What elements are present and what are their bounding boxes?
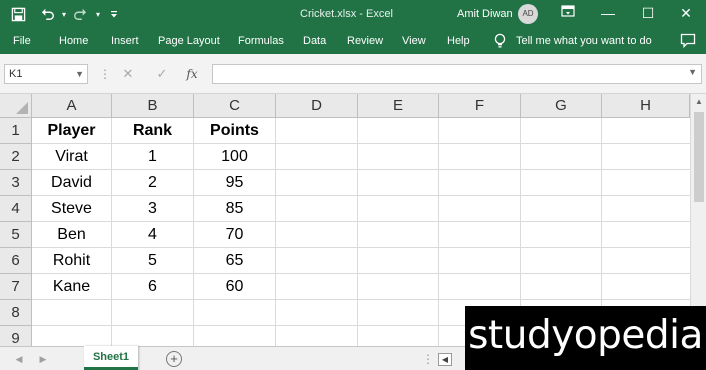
- cell-a7[interactable]: Kane: [32, 274, 112, 300]
- tab-review[interactable]: Review: [347, 28, 383, 54]
- cell-b5[interactable]: 4: [112, 222, 194, 248]
- row-header-7[interactable]: 7: [0, 274, 32, 300]
- row-header-5[interactable]: 5: [0, 222, 32, 248]
- tab-split-grip[interactable]: ⋮: [422, 347, 434, 370]
- tab-data[interactable]: Data: [303, 28, 326, 54]
- vertical-scroll-thumb[interactable]: [694, 112, 704, 202]
- cell-b2[interactable]: 1: [112, 144, 194, 170]
- cell-c6[interactable]: 65: [194, 248, 276, 274]
- column-header-c[interactable]: C: [194, 94, 276, 118]
- minimize-icon[interactable]: —: [588, 0, 628, 28]
- excel-window: ▾ ▾ Cricket.xlsx - Excel Amit Diwan AD —…: [0, 0, 706, 370]
- cancel-icon[interactable]: ✕: [118, 64, 138, 84]
- maximize-icon[interactable]: ☐: [628, 0, 668, 28]
- select-all-button[interactable]: [0, 94, 32, 118]
- column-header-e[interactable]: E: [358, 94, 439, 118]
- ribbon-tabs: File Home Insert Page Layout Formulas Da…: [0, 28, 706, 54]
- column-header-d[interactable]: D: [276, 94, 358, 118]
- cell-c3[interactable]: 95: [194, 170, 276, 196]
- previous-sheet-icon[interactable]: ◀: [10, 347, 28, 370]
- name-box[interactable]: K1 ▼: [4, 64, 88, 84]
- formula-bar-grip: ⋮: [99, 67, 111, 81]
- column-header-g[interactable]: G: [521, 94, 602, 118]
- row-header-4[interactable]: 4: [0, 196, 32, 222]
- cell-c4[interactable]: 85: [194, 196, 276, 222]
- row-header-1[interactable]: 1: [0, 118, 32, 144]
- tab-page-layout[interactable]: Page Layout: [158, 28, 220, 54]
- comment-icon[interactable]: [680, 33, 696, 49]
- enter-icon[interactable]: ✓: [152, 64, 172, 84]
- save-icon[interactable]: [8, 4, 28, 24]
- redo-icon[interactable]: [70, 4, 90, 24]
- name-box-value: K1: [9, 68, 23, 80]
- user-name[interactable]: Amit Diwan: [457, 0, 513, 28]
- cell-b4[interactable]: 3: [112, 196, 194, 222]
- formula-input[interactable]: ▼: [212, 64, 702, 84]
- row-header-8[interactable]: 8: [0, 300, 32, 326]
- cell-a3[interactable]: David: [32, 170, 112, 196]
- row-header-6[interactable]: 6: [0, 248, 32, 274]
- avatar[interactable]: AD: [518, 4, 538, 24]
- cell-b7[interactable]: 6: [112, 274, 194, 300]
- column-header-h[interactable]: H: [602, 94, 690, 118]
- formula-bar: K1 ▼ ⋮ ✕ ✓ fx ▼: [0, 54, 706, 94]
- cell-c7[interactable]: 60: [194, 274, 276, 300]
- tab-help[interactable]: Help: [447, 28, 470, 54]
- select-all-icon: [16, 102, 28, 114]
- expand-formula-bar-icon[interactable]: ▼: [688, 67, 697, 77]
- column-header-a[interactable]: A: [32, 94, 112, 118]
- window-title: Cricket.xlsx - Excel: [300, 8, 393, 20]
- cell-a5[interactable]: Ben: [32, 222, 112, 248]
- add-sheet-icon[interactable]: +: [166, 351, 182, 367]
- next-sheet-icon[interactable]: ▶: [34, 347, 52, 370]
- column-header-f[interactable]: F: [439, 94, 521, 118]
- tab-insert[interactable]: Insert: [111, 28, 139, 54]
- tab-view[interactable]: View: [402, 28, 426, 54]
- lightbulb-icon[interactable]: [493, 33, 509, 49]
- cell-a4[interactable]: Steve: [32, 196, 112, 222]
- tab-home[interactable]: Home: [59, 28, 88, 54]
- insert-function-icon[interactable]: fx: [182, 64, 202, 84]
- tab-formulas[interactable]: Formulas: [238, 28, 284, 54]
- cell-a1[interactable]: Player: [32, 118, 112, 144]
- cell-b6[interactable]: 5: [112, 248, 194, 274]
- column-header-b[interactable]: B: [112, 94, 194, 118]
- cell-c2[interactable]: 100: [194, 144, 276, 170]
- scroll-left-icon[interactable]: ◀: [438, 353, 452, 366]
- chevron-down-icon[interactable]: ▼: [75, 65, 84, 83]
- sheet-tab-sheet1[interactable]: Sheet1: [84, 346, 138, 370]
- title-bar: ▾ ▾ Cricket.xlsx - Excel Amit Diwan AD —…: [0, 0, 706, 28]
- cell-c5[interactable]: 70: [194, 222, 276, 248]
- row-header-3[interactable]: 3: [0, 170, 32, 196]
- cell-c1[interactable]: Points: [194, 118, 276, 144]
- ribbon-display-options-icon[interactable]: [548, 0, 588, 28]
- cell-b3[interactable]: 2: [112, 170, 194, 196]
- tab-file[interactable]: File: [13, 28, 31, 54]
- cell-a2[interactable]: Virat: [32, 144, 112, 170]
- customize-icon[interactable]: [104, 4, 124, 24]
- tell-me-search[interactable]: Tell me what you want to do: [516, 28, 652, 54]
- row-header-2[interactable]: 2: [0, 144, 32, 170]
- close-icon[interactable]: ✕: [666, 0, 706, 28]
- scroll-up-icon[interactable]: ▲: [691, 94, 706, 110]
- cell-a6[interactable]: Rohit: [32, 248, 112, 274]
- studyopedia-watermark: studyopedia: [465, 306, 706, 370]
- cell-b1[interactable]: Rank: [112, 118, 194, 144]
